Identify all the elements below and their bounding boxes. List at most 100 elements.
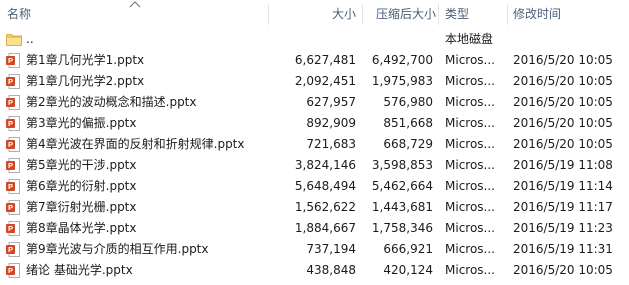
file-name: 第8章晶体光学.pptx bbox=[26, 221, 137, 235]
folder-up-icon bbox=[6, 32, 22, 47]
file-compressed-size: 3,598,853 bbox=[371, 158, 433, 172]
file-compressed-size: 668,729 bbox=[383, 137, 433, 151]
file-name: 第2章光的波动概念和描述.pptx bbox=[26, 95, 197, 109]
file-name: .. bbox=[26, 32, 34, 46]
file-row[interactable]: P 第7章衍射光栅.pptx 1,562,622 1,443,681 Micro… bbox=[0, 197, 629, 218]
svg-text:P: P bbox=[8, 56, 13, 65]
svg-text:P: P bbox=[8, 245, 13, 254]
file-size: 438,848 bbox=[306, 263, 356, 277]
file-size: 2,092,451 bbox=[294, 74, 356, 88]
file-compressed-size: 851,668 bbox=[383, 116, 433, 130]
file-row[interactable]: P 第5章光的干涉.pptx 3,824,146 3,598,853 Micro… bbox=[0, 155, 629, 176]
file-name: 第1章几何光学2.pptx bbox=[26, 74, 145, 88]
powerpoint-file-icon: P bbox=[6, 95, 22, 110]
file-name: 第9章光波与介质的相互作用.pptx bbox=[26, 242, 209, 256]
powerpoint-file-icon: P bbox=[6, 200, 22, 215]
file-type: Micros... bbox=[445, 179, 495, 193]
file-modified: 2016/5/19 11:31 bbox=[513, 242, 613, 256]
file-size: 5,648,494 bbox=[294, 179, 356, 193]
column-divider[interactable] bbox=[362, 4, 363, 25]
svg-text:P: P bbox=[8, 98, 13, 107]
file-size: 627,957 bbox=[306, 95, 356, 109]
file-type: Micros... bbox=[445, 95, 495, 109]
file-type: Micros... bbox=[445, 158, 495, 172]
file-row[interactable]: P 第2章光的波动概念和描述.pptx 627,957 576,980 Micr… bbox=[0, 92, 629, 113]
file-size: 3,824,146 bbox=[294, 158, 356, 172]
file-type: Micros... bbox=[445, 221, 495, 235]
column-divider[interactable] bbox=[268, 4, 269, 25]
file-row[interactable]: P 第1章几何光学2.pptx 2,092,451 1,975,983 Micr… bbox=[0, 71, 629, 92]
file-name: 第5章光的干涉.pptx bbox=[26, 158, 137, 172]
svg-text:P: P bbox=[8, 203, 13, 212]
file-size: 1,562,622 bbox=[294, 200, 356, 214]
powerpoint-file-icon: P bbox=[6, 74, 22, 89]
file-name: 绪论 基础光学.pptx bbox=[26, 263, 133, 277]
file-name: 第4章光波在界面的反射和折射规律.pptx bbox=[26, 137, 245, 151]
column-header-modified[interactable]: 修改时间 bbox=[513, 0, 625, 29]
file-type: 本地磁盘 bbox=[445, 32, 494, 46]
file-type: Micros... bbox=[445, 74, 495, 88]
file-size: 892,909 bbox=[306, 116, 356, 130]
file-type: Micros... bbox=[445, 200, 495, 214]
file-compressed-size: 6,492,700 bbox=[371, 53, 433, 67]
file-type: Micros... bbox=[445, 116, 495, 130]
file-size: 721,683 bbox=[306, 137, 356, 151]
file-modified: 2016/5/20 10:05 bbox=[513, 263, 613, 277]
powerpoint-file-icon: P bbox=[6, 116, 22, 131]
file-row[interactable]: P 第9章光波与介质的相互作用.pptx 737,194 666,921 Mic… bbox=[0, 239, 629, 260]
column-divider[interactable] bbox=[438, 4, 439, 25]
column-header: 名称 大小 压缩后大小 类型 修改时间 bbox=[0, 0, 629, 29]
file-modified: 2016/5/19 11:17 bbox=[513, 200, 613, 214]
file-name: 第6章光的衍射.pptx bbox=[26, 179, 137, 193]
file-modified: 2016/5/19 11:14 bbox=[513, 179, 613, 193]
file-list: .. 本地磁盘 P 第1章几何光学1.pptx 6,627,481 6,492,… bbox=[0, 29, 629, 281]
file-modified: 2016/5/20 10:05 bbox=[513, 137, 613, 151]
file-compressed-size: 5,462,664 bbox=[371, 179, 433, 193]
file-compressed-size: 420,124 bbox=[383, 263, 433, 277]
column-header-size[interactable]: 大小 bbox=[272, 0, 356, 29]
sort-ascending-icon bbox=[128, 0, 142, 10]
column-modified-label: 修改时间 bbox=[513, 7, 562, 21]
file-type: Micros... bbox=[445, 263, 495, 277]
column-size-label: 大小 bbox=[331, 7, 356, 21]
file-compressed-size: 1,975,983 bbox=[371, 74, 433, 88]
column-header-type[interactable]: 类型 bbox=[445, 0, 505, 29]
file-modified: 2016/5/20 10:05 bbox=[513, 74, 613, 88]
file-type: Micros... bbox=[445, 137, 495, 151]
powerpoint-file-icon: P bbox=[6, 137, 22, 152]
powerpoint-file-icon: P bbox=[6, 158, 22, 173]
file-row[interactable]: P 第6章光的衍射.pptx 5,648,494 5,462,664 Micro… bbox=[0, 176, 629, 197]
file-compressed-size: 666,921 bbox=[383, 242, 433, 256]
file-row[interactable]: P 第8章晶体光学.pptx 1,884,667 1,758,346 Micro… bbox=[0, 218, 629, 239]
column-compressed-label: 压缩后大小 bbox=[375, 7, 436, 21]
parent-folder-row[interactable]: .. 本地磁盘 bbox=[0, 29, 629, 50]
svg-text:P: P bbox=[8, 224, 13, 233]
svg-text:P: P bbox=[8, 182, 13, 191]
file-modified: 2016/5/20 10:05 bbox=[513, 116, 613, 130]
powerpoint-file-icon: P bbox=[6, 221, 22, 236]
column-header-compressed[interactable]: 压缩后大小 bbox=[366, 0, 436, 29]
file-compressed-size: 1,443,681 bbox=[371, 200, 433, 214]
powerpoint-file-icon: P bbox=[6, 53, 22, 68]
file-size: 737,194 bbox=[306, 242, 356, 256]
svg-text:P: P bbox=[8, 140, 13, 149]
svg-text:P: P bbox=[8, 77, 13, 86]
powerpoint-file-icon: P bbox=[6, 242, 22, 257]
column-name-label: 名称 bbox=[7, 7, 32, 21]
file-compressed-size: 1,758,346 bbox=[371, 221, 433, 235]
file-row[interactable]: P 第3章光的偏振.pptx 892,909 851,668 Micros...… bbox=[0, 113, 629, 134]
file-row[interactable]: P 第1章几何光学1.pptx 6,627,481 6,492,700 Micr… bbox=[0, 50, 629, 71]
file-row[interactable]: P 绪论 基础光学.pptx 438,848 420,124 Micros...… bbox=[0, 260, 629, 281]
svg-text:P: P bbox=[8, 266, 13, 275]
file-modified: 2016/5/20 10:05 bbox=[513, 95, 613, 109]
file-name: 第3章光的偏振.pptx bbox=[26, 116, 137, 130]
file-size: 6,627,481 bbox=[294, 53, 356, 67]
file-compressed-size: 576,980 bbox=[383, 95, 433, 109]
file-size: 1,884,667 bbox=[294, 221, 356, 235]
column-divider[interactable] bbox=[507, 4, 508, 25]
file-row[interactable]: P 第4章光波在界面的反射和折射规律.pptx 721,683 668,729 … bbox=[0, 134, 629, 155]
file-modified: 2016/5/20 10:05 bbox=[513, 53, 613, 67]
powerpoint-file-icon: P bbox=[6, 179, 22, 194]
powerpoint-file-icon: P bbox=[6, 263, 22, 278]
svg-text:P: P bbox=[8, 119, 13, 128]
